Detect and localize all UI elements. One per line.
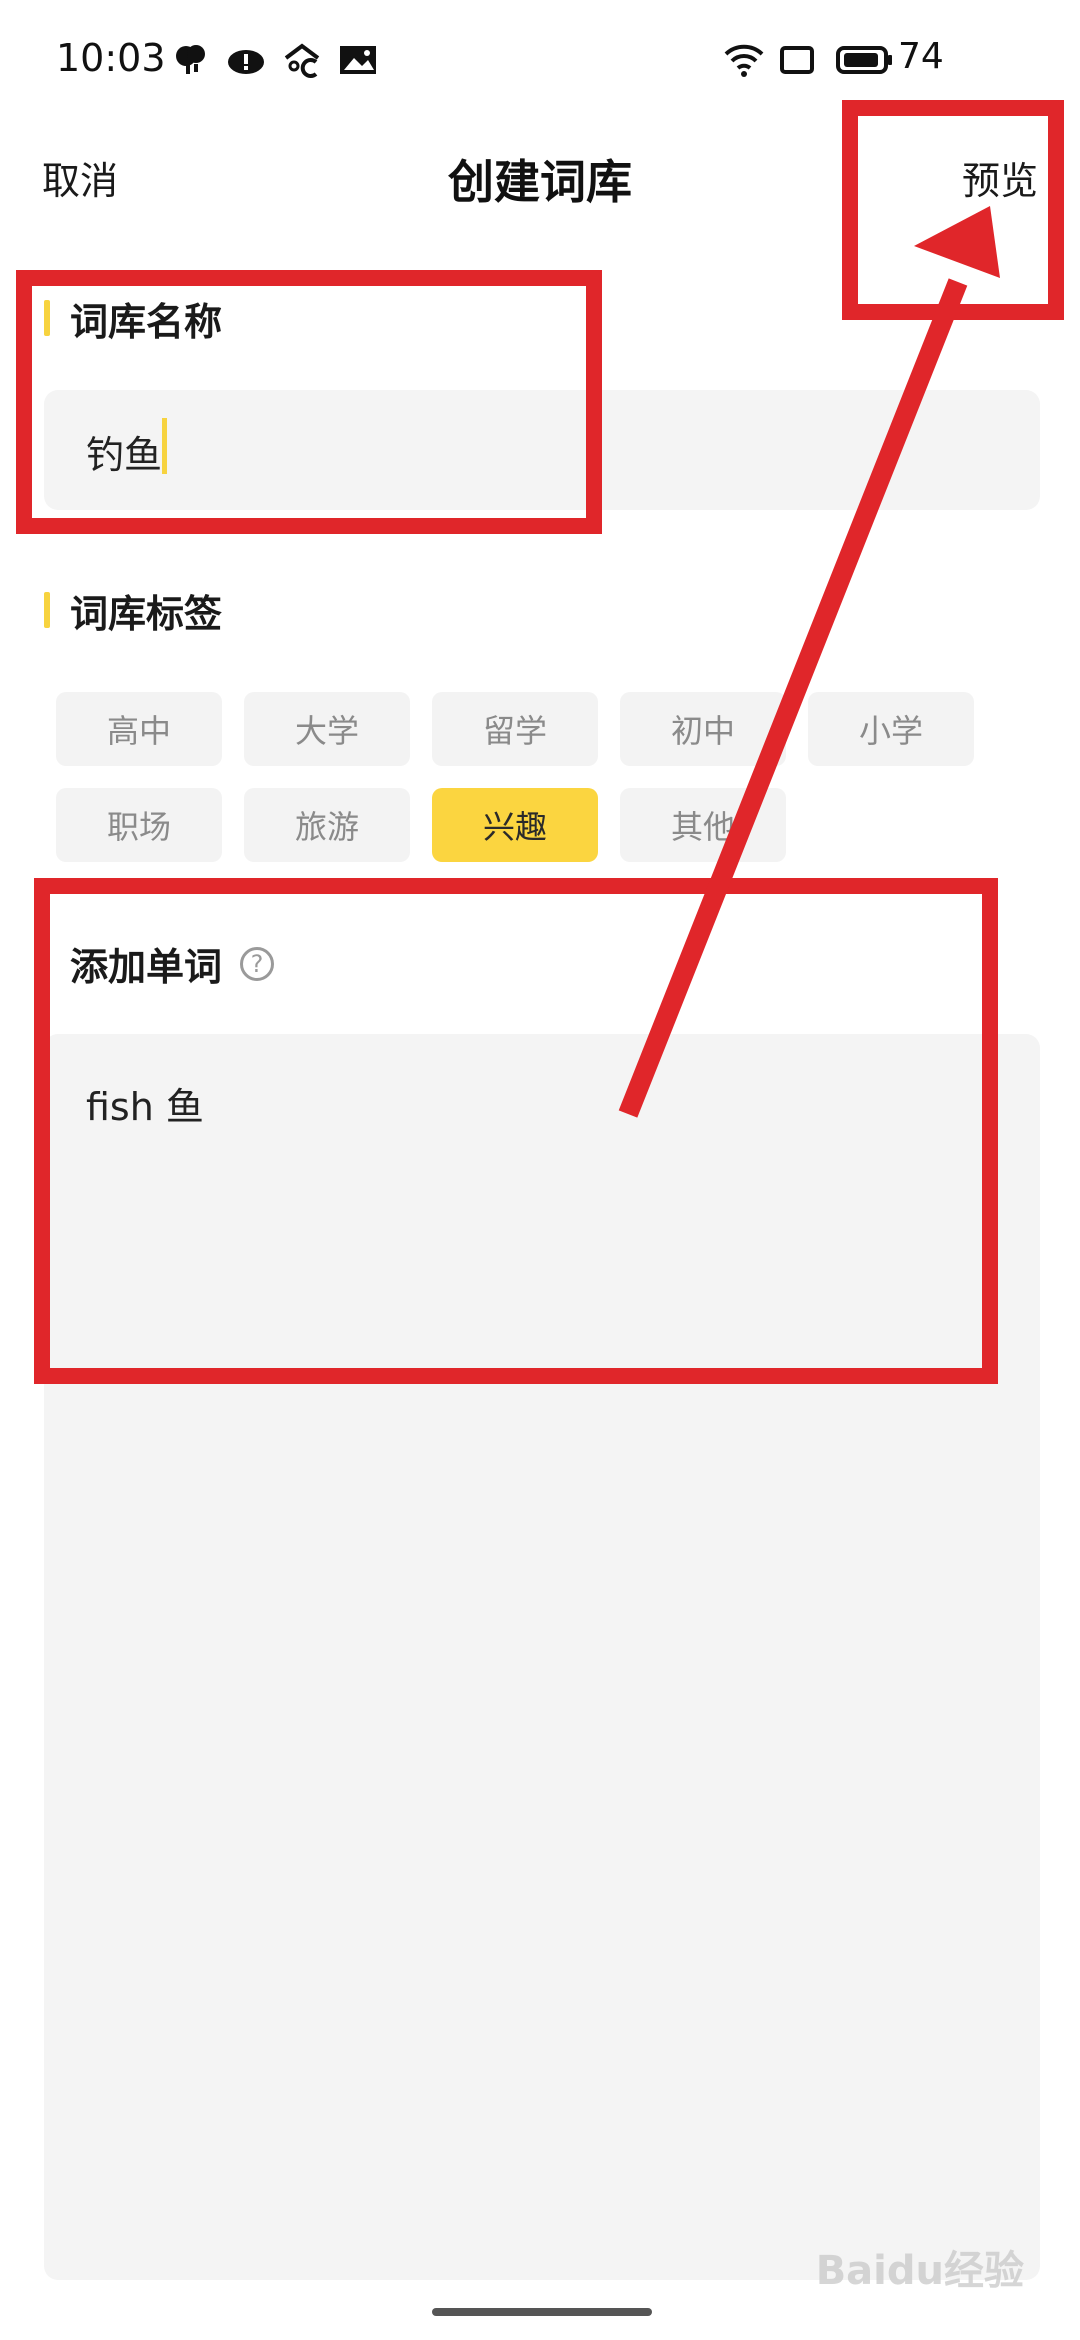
tag-chip[interactable]: 初中 [620, 692, 786, 766]
tag-chip[interactable]: 其他 [620, 788, 786, 862]
status-time: 10:03 [56, 36, 166, 80]
battery-level: 74 [898, 36, 944, 77]
tag-chip-selected[interactable]: 兴趣 [432, 788, 598, 862]
screen-icon [778, 42, 818, 78]
cloud-alert-icon [226, 42, 266, 78]
tag-chip[interactable]: 旅游 [244, 788, 410, 862]
weather-icon [172, 42, 212, 78]
tag-section-label: 词库标签 [70, 591, 223, 636]
annotation-box-preview [842, 100, 1064, 320]
battery-icon [836, 42, 894, 78]
annotation-box-name [16, 270, 602, 534]
watermark-logo: Baidu经验 [815, 2248, 1024, 2294]
section-accent-bar [44, 592, 50, 628]
tag-chip[interactable]: 职场 [56, 788, 222, 862]
wifi-icon [722, 42, 764, 78]
tag-chip[interactable]: 大学 [244, 692, 410, 766]
temperature-icon [282, 42, 322, 78]
tag-chip[interactable]: 高中 [56, 692, 222, 766]
tag-section-heading: 词库标签 [44, 588, 222, 636]
tag-chip[interactable]: 留学 [432, 692, 598, 766]
home-indicator[interactable] [432, 2308, 652, 2316]
tag-chip[interactable]: 小学 [808, 692, 974, 766]
image-icon [338, 42, 378, 78]
annotation-box-words [34, 878, 998, 1384]
